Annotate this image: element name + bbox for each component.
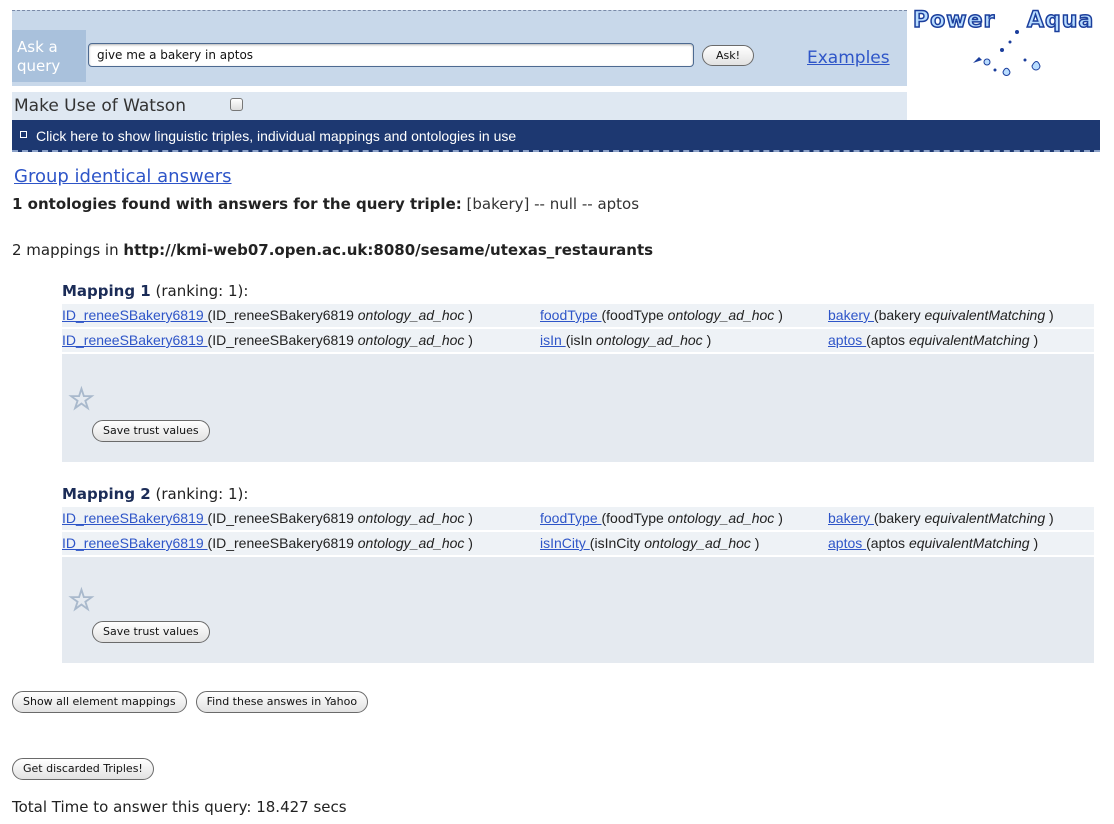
predicate-cell: isInCity (isInCity ontology_ad_hoc ): [540, 535, 760, 551]
examples-link[interactable]: Examples: [807, 48, 890, 68]
object-link[interactable]: bakery: [828, 307, 874, 323]
ontologies-found-label: 1 ontologies found with answers for the …: [12, 195, 462, 213]
object-link[interactable]: aptos: [828, 332, 866, 348]
discarded-area: Get discarded Triples!: [12, 757, 154, 780]
ontologies-found-line: 1 ontologies found with answers for the …: [12, 195, 639, 213]
mapping-ranking: (ranking: 1):: [155, 282, 249, 300]
predicate-cell: foodType (foodType ontology_ad_hoc ): [540, 307, 783, 323]
result-actions: Show all element mappings Find these ans…: [12, 690, 372, 713]
mapping-name: Mapping 2: [62, 485, 151, 503]
subject-link[interactable]: ID_reneeSBakery6819: [62, 307, 208, 323]
object-cell: aptos (aptos equivalentMatching ): [828, 535, 1039, 551]
watson-label: Make Use of Watson: [14, 96, 186, 116]
total-time-text: Total Time to answer this query: 18.427 …: [12, 798, 347, 816]
logo-droplets-icon: [973, 30, 1041, 76]
get-discarded-triples-button[interactable]: Get discarded Triples!: [12, 758, 154, 780]
mapping-name: Mapping 1: [62, 282, 151, 300]
predicate-link[interactable]: foodType: [540, 307, 602, 323]
mapping-title: Mapping 1 (ranking: 1):: [62, 282, 1094, 300]
mapping-block: Mapping 1 (ranking: 1): ID_reneeSBakery6…: [62, 282, 1094, 462]
star-rating-icon[interactable]: ☆: [68, 382, 96, 418]
save-trust-button[interactable]: Save trust values: [92, 420, 210, 442]
predicate-cell: foodType (foodType ontology_ad_hoc ): [540, 510, 783, 526]
object-cell: bakery (bakery equivalentMatching ): [828, 510, 1054, 526]
mapping-row: ID_reneeSBakery6819 (ID_reneeSBakery6819…: [62, 304, 1094, 329]
save-trust-button[interactable]: Save trust values: [92, 621, 210, 643]
predicate-link[interactable]: isIn: [540, 332, 566, 348]
subject-cell: ID_reneeSBakery6819 (ID_reneeSBakery6819…: [62, 307, 473, 323]
query-triple: [bakery] -- null -- aptos: [466, 195, 640, 213]
watson-checkbox[interactable]: [230, 98, 243, 111]
ask-button[interactable]: Ask!: [702, 45, 754, 66]
predicate-cell: isIn (isIn ontology_ad_hoc ): [540, 332, 712, 348]
subject-link[interactable]: ID_reneeSBakery6819: [62, 332, 208, 348]
watson-option-row: Make Use of Watson: [12, 92, 907, 120]
predicate-link[interactable]: foodType: [540, 510, 602, 526]
subject-cell: ID_reneeSBakery6819 (ID_reneeSBakery6819…: [62, 510, 473, 526]
object-link[interactable]: aptos: [828, 535, 866, 551]
star-rating-icon[interactable]: ☆: [68, 583, 96, 619]
query-input[interactable]: [88, 43, 694, 67]
trust-panel: ☆ Save trust values: [62, 354, 1094, 462]
subject-link[interactable]: ID_reneeSBakery6819: [62, 510, 208, 526]
poweraqua-logo: Power Aqua: [907, 0, 1114, 96]
subject-cell: ID_reneeSBakery6819 (ID_reneeSBakery6819…: [62, 535, 473, 551]
group-answers-link[interactable]: Group identical answers: [14, 166, 232, 187]
object-link[interactable]: bakery: [828, 510, 874, 526]
find-in-yahoo-button[interactable]: Find these answes in Yahoo: [195, 691, 369, 713]
mapping-row: ID_reneeSBakery6819 (ID_reneeSBakery6819…: [62, 532, 1094, 557]
predicate-link[interactable]: isInCity: [540, 535, 590, 551]
mapping-ranking: (ranking: 1):: [155, 485, 249, 503]
mappings-count: 2 mappings in: [12, 241, 119, 259]
mapping-row: ID_reneeSBakery6819 (ID_reneeSBakery6819…: [62, 329, 1094, 354]
subject-cell: ID_reneeSBakery6819 (ID_reneeSBakery6819…: [62, 332, 473, 348]
mapping-block: Mapping 2 (ranking: 1): ID_reneeSBakery6…: [62, 485, 1094, 663]
show-all-mappings-button[interactable]: Show all element mappings: [12, 691, 187, 713]
show-triples-text[interactable]: Click here to show linguistic triples, i…: [36, 128, 516, 144]
ask-query-label: Ask a query: [17, 38, 61, 75]
mapping-title: Mapping 2 (ranking: 1):: [62, 485, 1094, 503]
show-triples-toggle-bar[interactable]: Click here to show linguistic triples, i…: [12, 120, 1100, 152]
object-cell: aptos (aptos equivalentMatching ): [828, 332, 1039, 348]
object-cell: bakery (bakery equivalentMatching ): [828, 307, 1054, 323]
mappings-source-url: http://kmi-web07.open.ac.uk:8080/sesame/…: [123, 241, 654, 259]
expand-square-icon: [20, 131, 27, 138]
query-header: Ask a query Ask! Examples: [12, 10, 907, 86]
subject-link[interactable]: ID_reneeSBakery6819: [62, 535, 208, 551]
trust-panel: ☆ Save trust values: [62, 557, 1094, 663]
mappings-source-line: 2 mappings in http://kmi-web07.open.ac.u…: [12, 241, 653, 259]
header-dashed-border: [12, 10, 907, 11]
mapping-row: ID_reneeSBakery6819 (ID_reneeSBakery6819…: [62, 507, 1094, 532]
